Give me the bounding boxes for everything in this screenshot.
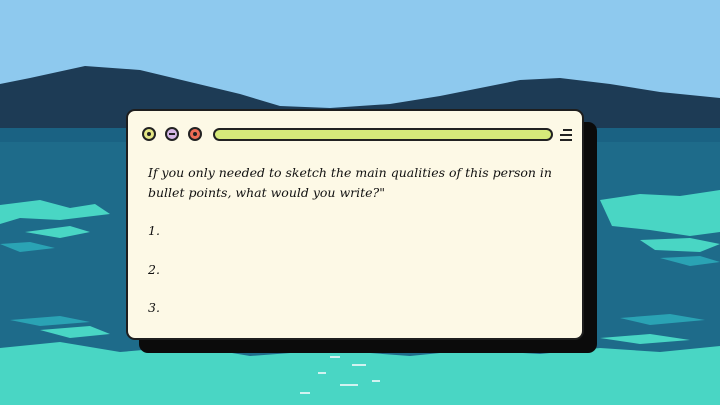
purple-dot-icon[interactable] <box>165 127 179 141</box>
prompt-window: If you only needed to sketch the main qu… <box>126 109 584 340</box>
hamburger-icon[interactable] <box>560 129 572 141</box>
window-titlebar <box>128 111 582 159</box>
bullet-1: 1. <box>148 223 160 238</box>
yellow-dot-icon[interactable] <box>142 127 156 141</box>
address-bar[interactable] <box>213 128 553 141</box>
bullet-3: 3. <box>148 300 160 315</box>
prompt-text: If you only needed to sketch the main qu… <box>148 165 552 200</box>
red-dot-icon[interactable] <box>188 127 202 141</box>
window-content: If you only needed to sketch the main qu… <box>148 163 558 315</box>
bullet-2: 2. <box>148 262 160 277</box>
